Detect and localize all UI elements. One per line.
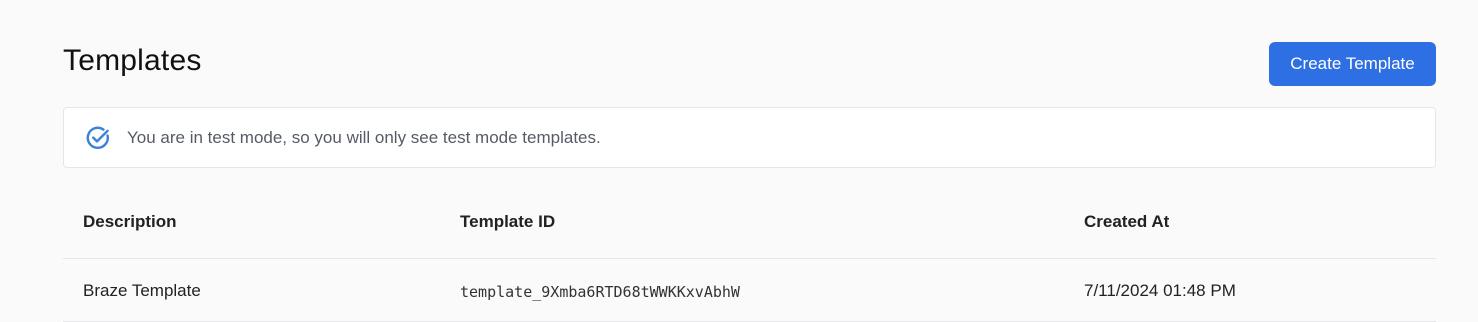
column-header-created-at[interactable]: Created At [1084,212,1169,232]
column-header-template-id[interactable]: Template ID [460,212,555,232]
table-row[interactable]: Braze Template template_9Xmba6RTD68tWWKK… [63,259,1436,322]
row-created-at: 7/11/2024 01:48 PM [1084,281,1236,300]
table-header: Description Template ID Created At [63,190,1436,259]
page-title: Templates [63,44,202,77]
column-header-description[interactable]: Description [83,212,177,232]
notice-text: You are in test mode, so you will only s… [127,127,601,147]
test-mode-notice: You are in test mode, so you will only s… [63,107,1436,168]
create-template-button[interactable]: Create Template [1269,42,1436,86]
row-template-id: template_9Xmba6RTD68tWWKKxvAbhW [460,283,740,301]
check-circle-icon [85,125,111,151]
row-description: Braze Template [83,281,201,300]
templates-table: Description Template ID Created At Braze… [63,190,1436,322]
